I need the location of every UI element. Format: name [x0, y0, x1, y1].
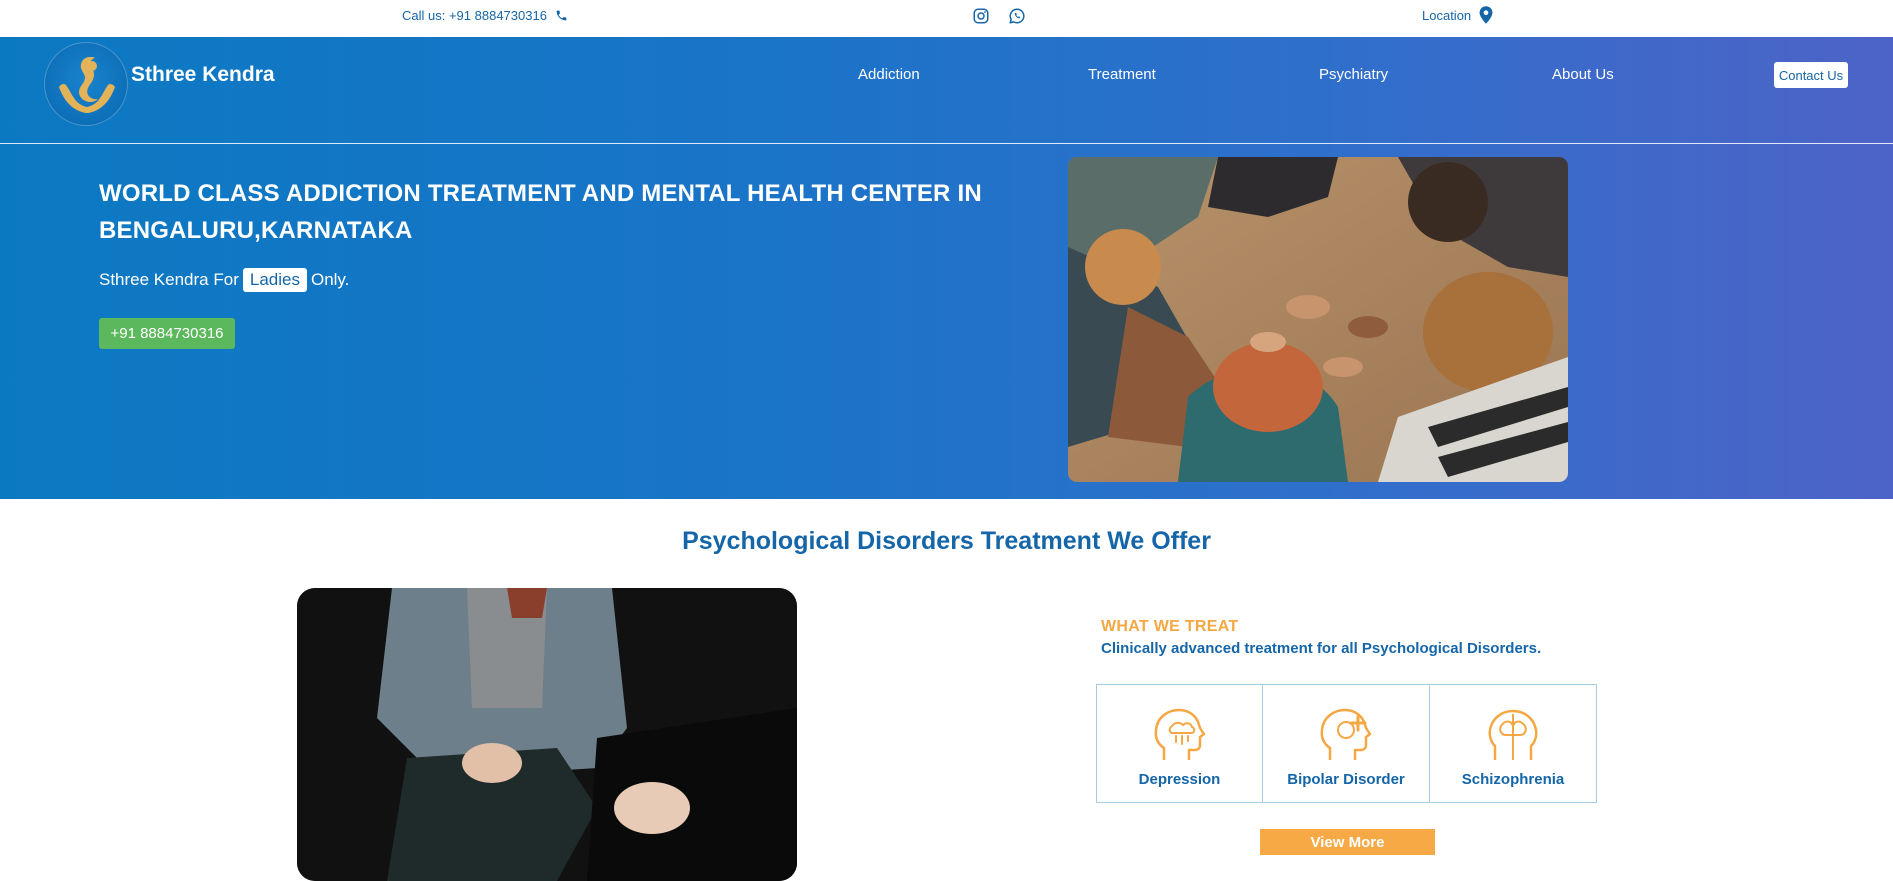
nav-item-psychiatry[interactable]: Psychiatry [1319, 66, 1388, 83]
phone-icon [555, 9, 568, 22]
bipolar-head-icon [1314, 704, 1378, 764]
what-we-treat-description: Clinically advanced treatment for all Ps… [1101, 640, 1542, 657]
group-therapy-photo [1068, 157, 1568, 482]
card-schizophrenia[interactable]: Schizophrenia [1430, 684, 1597, 803]
card-depression[interactable]: Depression [1096, 684, 1263, 803]
hero-subtitle-suffix: Only. [310, 270, 350, 289]
brand-logo[interactable] [44, 42, 128, 126]
call-us-text: Call us: +91 8884730316 [402, 8, 547, 23]
card-label-bipolar-disorder: Bipolar Disorder [1287, 771, 1405, 788]
social-links [972, 7, 1026, 25]
nav-item-treatment[interactable]: Treatment [1088, 66, 1156, 83]
instagram-icon[interactable] [972, 7, 990, 25]
view-more-button[interactable]: View More [1260, 829, 1435, 855]
section-title: Psychological Disorders Treatment We Off… [682, 527, 1211, 555]
location-link[interactable]: Location [1422, 6, 1493, 24]
what-we-treat-label: WHAT WE TREAT [1101, 618, 1239, 635]
disorder-cards: Depression Bipolar Disorder Schizophreni… [1096, 684, 1597, 803]
call-phone-button[interactable]: +91 8884730316 [99, 318, 235, 349]
contact-us-button[interactable]: Contact Us [1774, 62, 1848, 88]
ladies-badge: Ladies [242, 268, 307, 292]
brand-name[interactable]: Sthree Kendra [131, 63, 275, 87]
card-bipolar-disorder[interactable]: Bipolar Disorder [1263, 684, 1430, 803]
woman-hands-logo-icon [59, 57, 115, 113]
call-us-link[interactable]: Call us: +91 8884730316 [402, 8, 568, 23]
depression-head-icon [1148, 704, 1212, 764]
main-navigation: Sthree Kendra Addiction Treatment Psychi… [0, 37, 1893, 144]
location-text: Location [1422, 7, 1472, 23]
whatsapp-icon[interactable] [1008, 7, 1026, 25]
nav-item-addiction[interactable]: Addiction [858, 66, 920, 83]
hero-subtitle: Sthree Kendra For Ladies Only. [99, 268, 349, 292]
card-label-schizophrenia: Schizophrenia [1461, 771, 1565, 788]
schizophrenia-head-icon [1481, 704, 1545, 764]
hero-title: WORLD CLASS ADDICTION TREATMENT AND MENT… [99, 180, 982, 244]
top-bar: Call us: +91 8884730316 Location [0, 0, 1893, 37]
card-label-depression: Depression [1138, 771, 1221, 788]
map-pin-icon [1479, 6, 1493, 24]
nav-item-about-us[interactable]: About Us [1552, 66, 1614, 83]
hero-subtitle-prefix: Sthree Kendra For [99, 270, 239, 289]
counseling-photo [297, 588, 797, 881]
